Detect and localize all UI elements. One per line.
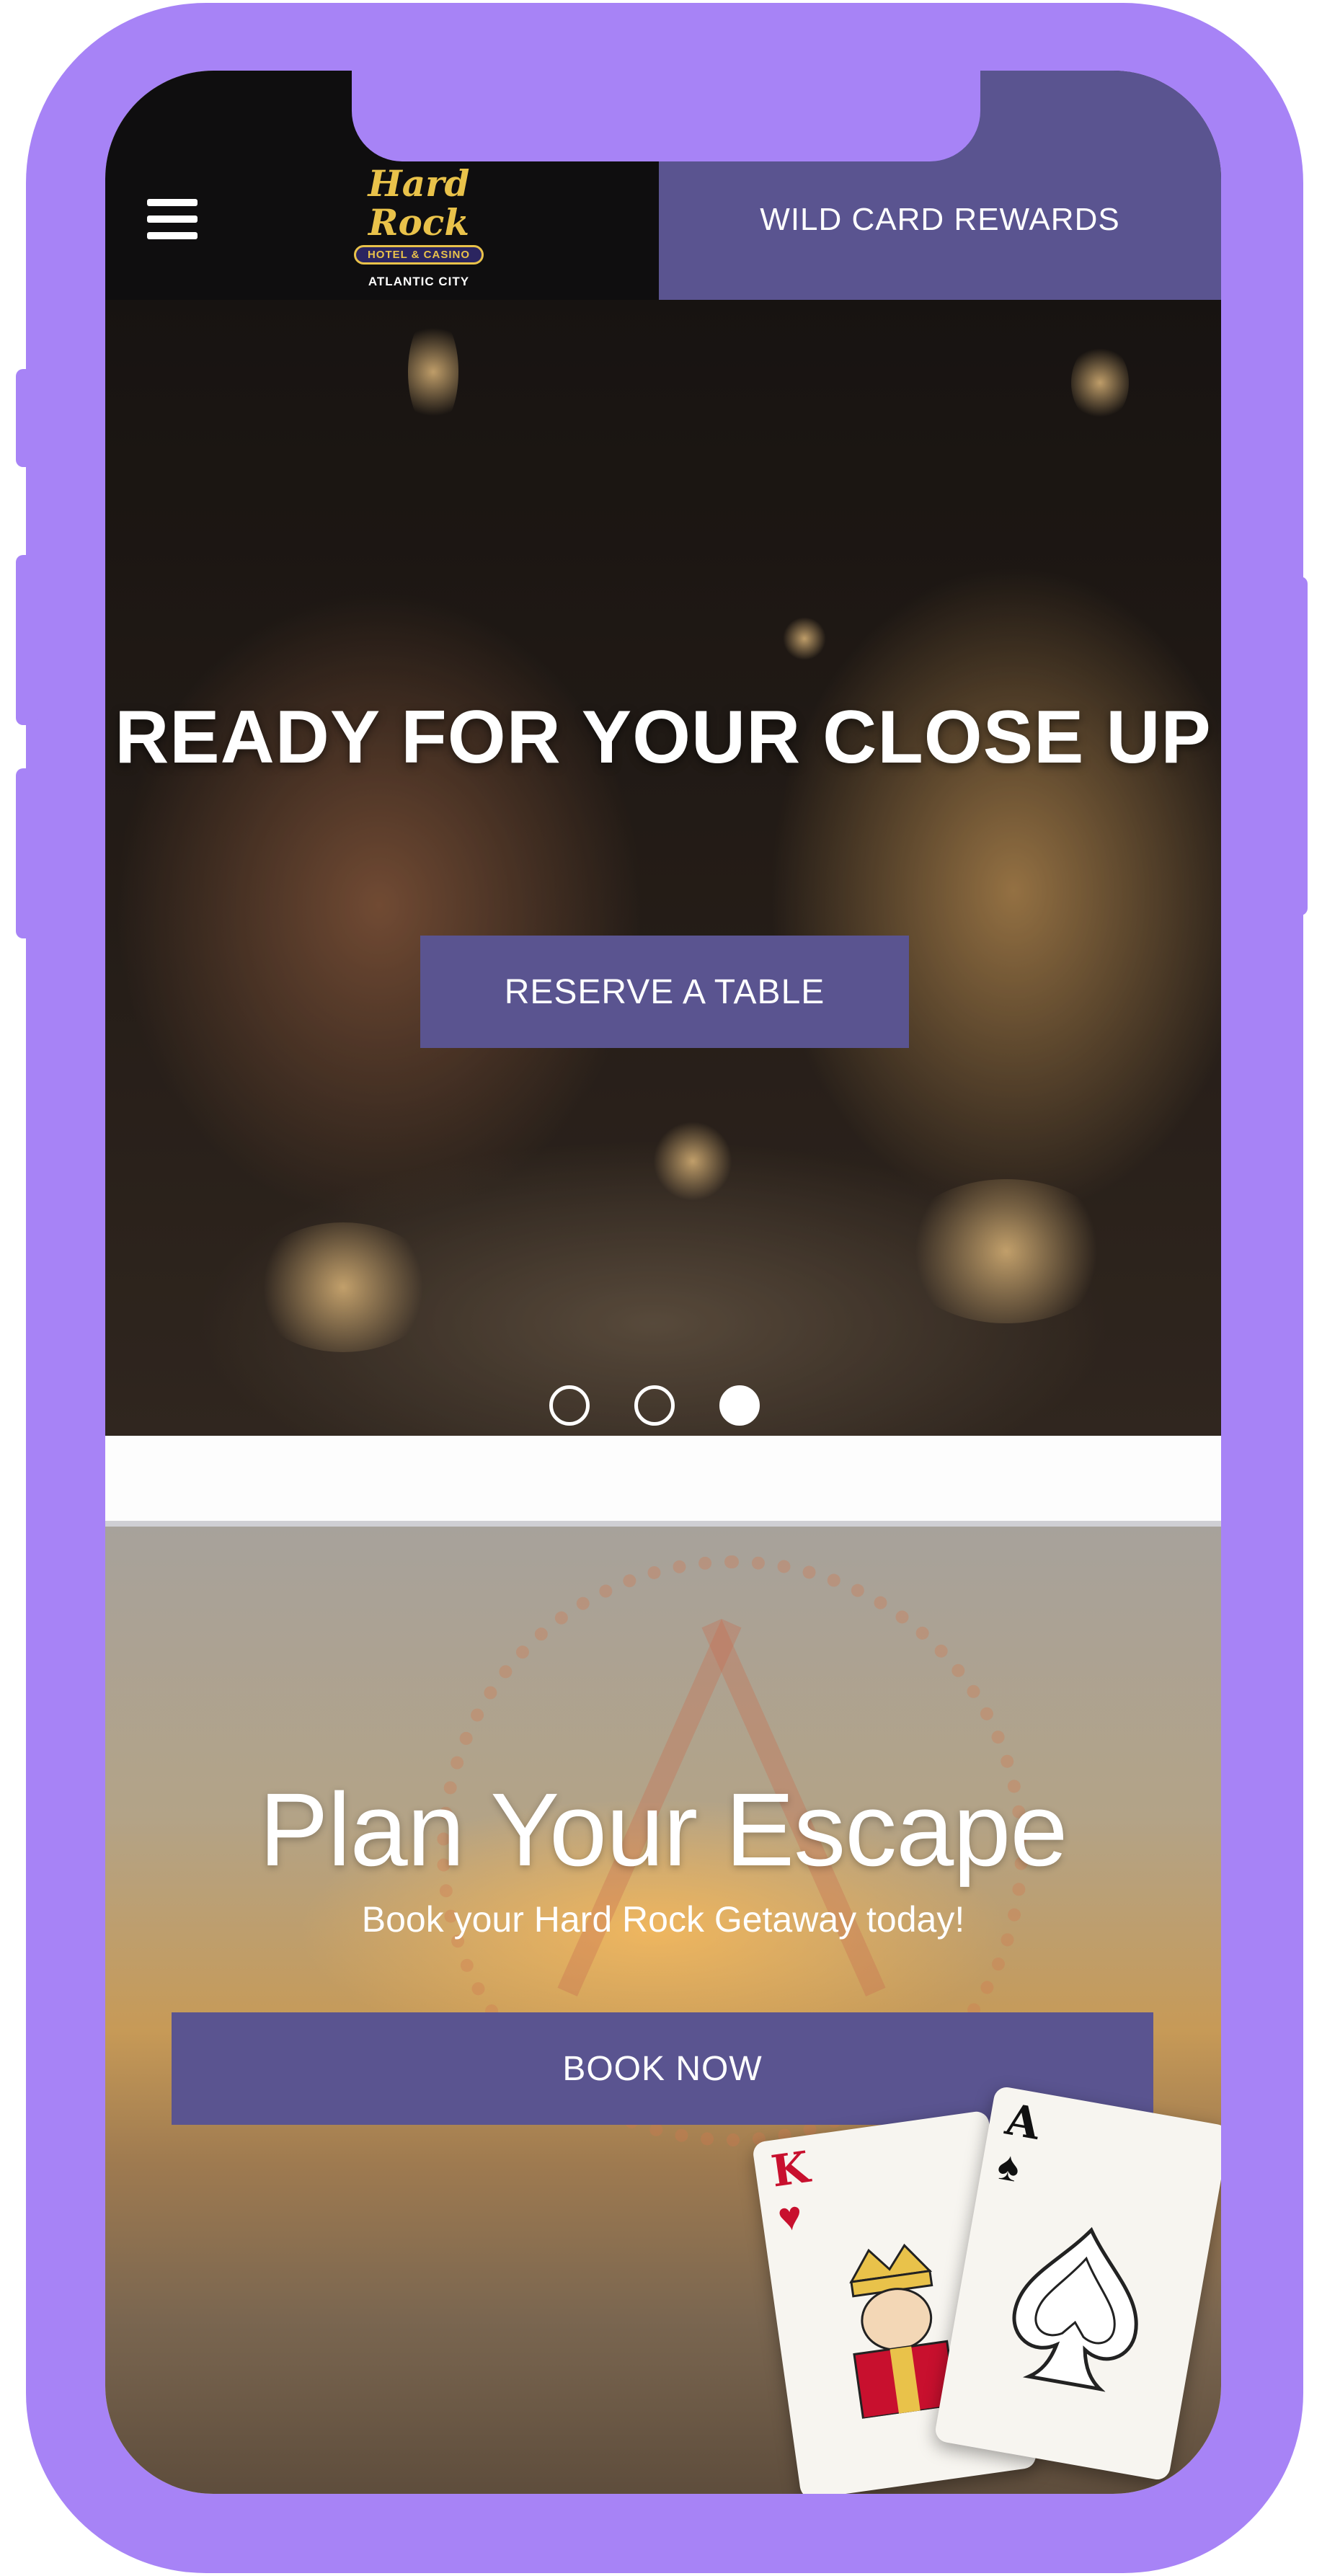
phone-screen: Hard Rock HOTEL & CASINO ATLANTIC CITY W… xyxy=(105,71,1221,2494)
phone-side-button-silent xyxy=(16,369,37,467)
phone-notch xyxy=(352,71,980,161)
card-rank: A xyxy=(1001,2094,1044,2150)
carousel-dot-1[interactable] xyxy=(549,1385,590,1426)
escape-title: Plan Your Escape xyxy=(259,1772,1068,1888)
carousel-dot-2[interactable] xyxy=(634,1385,675,1426)
carousel-dots xyxy=(549,1385,760,1426)
hamburger-menu-icon[interactable] xyxy=(147,199,198,239)
phone-side-button-power xyxy=(1290,577,1308,915)
phone-side-button-volume-up xyxy=(16,555,37,725)
plan-your-escape-section: Plan Your Escape Book your Hard Rock Get… xyxy=(105,1527,1221,2494)
large-spade-icon xyxy=(988,2199,1169,2410)
hard-rock-logo[interactable]: Hard Rock HOTEL & CASINO ATLANTIC CITY xyxy=(336,162,502,288)
section-spacer xyxy=(105,1436,1221,1527)
hero-overlay xyxy=(105,300,1221,1436)
phone-side-button-volume-down xyxy=(16,768,37,938)
section-divider xyxy=(105,1521,1221,1527)
escape-subtitle: Book your Hard Rock Getaway today! xyxy=(361,1899,965,1940)
carousel-dot-3-active[interactable] xyxy=(719,1385,760,1426)
hero-title: READY FOR YOUR CLOSE UP xyxy=(115,696,1212,779)
hero-carousel: READY FOR YOUR CLOSE UP RESERVE A TABLE xyxy=(105,300,1221,1436)
wild-card-rewards-label: WILD CARD REWARDS xyxy=(760,202,1120,237)
logo-badge: HOTEL & CASINO xyxy=(353,245,484,265)
card-rank: K xyxy=(768,2141,813,2198)
spade-suit-icon: ♠ xyxy=(994,2141,1024,2191)
heart-suit-icon: ♥ xyxy=(775,2191,805,2240)
reserve-a-table-button[interactable]: RESERVE A TABLE xyxy=(420,936,909,1048)
logo-city: ATLANTIC CITY xyxy=(368,275,470,288)
logo-script-text: Hard Rock xyxy=(368,162,470,244)
